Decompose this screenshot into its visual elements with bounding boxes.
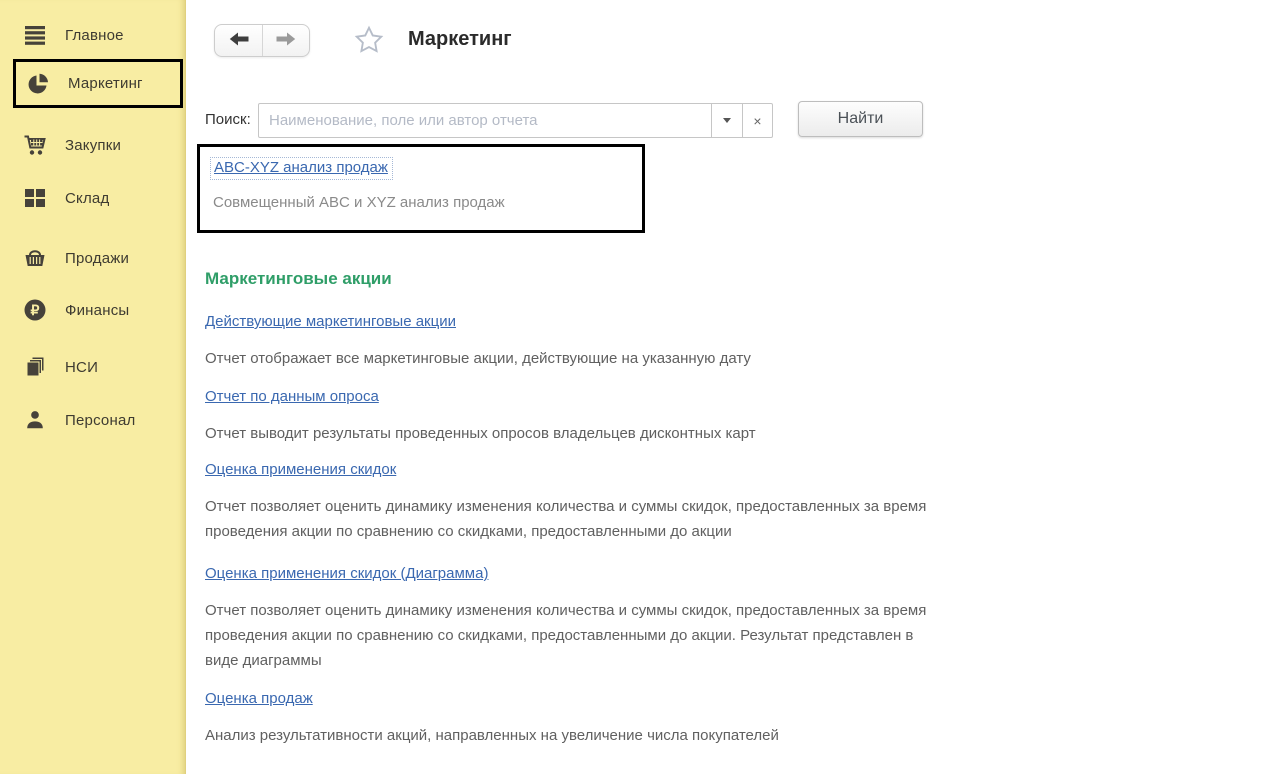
report-item: Оценка применения скидок (Диаграмма) Отч…: [205, 565, 1165, 583]
report-description: Совмещенный ABC и XYZ анализ продаж: [213, 194, 505, 211]
main-content: Маркетинг Поиск: × Найти ABC-XYZ анализ …: [186, 0, 1266, 774]
report-item: Оценка применения скидок Отчет позволяет…: [205, 461, 1165, 479]
report-link-wrapper: ABC-XYZ анализ продаж: [210, 157, 393, 180]
search-input[interactable]: [258, 103, 712, 138]
grid-icon: [22, 185, 48, 211]
sidebar-item-personal[interactable]: Персонал: [13, 402, 183, 438]
pie-chart-icon: [25, 71, 51, 97]
search-dropdown-button[interactable]: [712, 103, 743, 138]
section-title: Маркетинговые акции: [205, 269, 392, 289]
cart-icon: [22, 132, 48, 158]
sidebar-item-nsi[interactable]: НСИ: [13, 349, 183, 385]
forward-arrow-icon: [276, 32, 296, 49]
report-item: Оценка продаж Анализ результативности ак…: [205, 690, 1165, 708]
person-icon: [22, 407, 48, 433]
page-title: Маркетинг: [408, 28, 512, 51]
find-button[interactable]: Найти: [798, 101, 923, 137]
sidebar-item-sklad[interactable]: Склад: [13, 180, 183, 216]
favorite-star-button[interactable]: [352, 24, 386, 58]
report-link[interactable]: Оценка применения скидок (Диаграмма): [205, 565, 488, 582]
back-arrow-icon: [229, 32, 249, 49]
basket-icon: [22, 245, 48, 271]
sidebar-item-label: Персонал: [65, 412, 135, 429]
star-icon: [353, 24, 385, 59]
sidebar-item-label: Финансы: [65, 302, 129, 319]
sidebar-item-label: Склад: [65, 190, 109, 207]
search-clear-button[interactable]: ×: [743, 103, 773, 138]
sidebar-item-prodazhi[interactable]: Продажи: [13, 240, 183, 276]
sidebar-item-label: Закупки: [65, 137, 121, 154]
documents-icon: [22, 354, 48, 380]
sidebar-item-marketing[interactable]: Маркетинг: [13, 59, 183, 108]
sidebar: Главное Маркетинг Закупки Склад Продажи: [0, 0, 186, 774]
report-link[interactable]: Действующие маркетинговые акции: [205, 313, 456, 330]
report-description: Отчет позволяет оценить динамику изменен…: [205, 598, 1150, 673]
ruble-icon: ₽: [22, 297, 48, 323]
featured-report-annotation-box: ABC-XYZ анализ продаж Совмещенный ABC и …: [197, 144, 645, 233]
sidebar-item-label: НСИ: [65, 359, 98, 376]
report-link[interactable]: Оценка продаж: [205, 690, 313, 707]
history-nav-group: [214, 24, 310, 57]
svg-text:₽: ₽: [31, 302, 40, 318]
report-description: Анализ результативности акций, направлен…: [205, 723, 1150, 748]
chevron-down-icon: [723, 118, 731, 123]
sidebar-item-glavnoe[interactable]: Главное: [13, 17, 183, 53]
report-link[interactable]: Оценка применения скидок: [205, 461, 396, 478]
report-description: Отчет отображает все маркетинговые акции…: [205, 346, 1150, 371]
report-item: Действующие маркетинговые акции Отчет от…: [205, 313, 1165, 331]
report-link[interactable]: Отчет по данным опроса: [205, 388, 379, 405]
report-link-abc-xyz[interactable]: ABC-XYZ анализ продаж: [214, 159, 388, 176]
forward-button[interactable]: [262, 25, 309, 56]
sidebar-item-label: Главное: [65, 27, 124, 44]
sidebar-item-label: Продажи: [65, 250, 129, 267]
sidebar-item-finansy[interactable]: ₽ Финансы: [13, 292, 183, 328]
report-item: Отчет по данным опроса Отчет выводит рез…: [205, 388, 1165, 406]
sidebar-item-label: Маркетинг: [68, 75, 143, 92]
report-description: Отчет выводит результаты проведенных опр…: [205, 421, 1150, 446]
menu-icon: [22, 22, 48, 48]
sidebar-item-zakupki[interactable]: Закупки: [13, 127, 183, 163]
search-label: Поиск:: [205, 111, 251, 128]
back-button[interactable]: [215, 25, 262, 56]
app-window: Главное Маркетинг Закупки Склад Продажи: [0, 0, 1266, 774]
report-description: Отчет позволяет оценить динамику изменен…: [205, 494, 1150, 544]
